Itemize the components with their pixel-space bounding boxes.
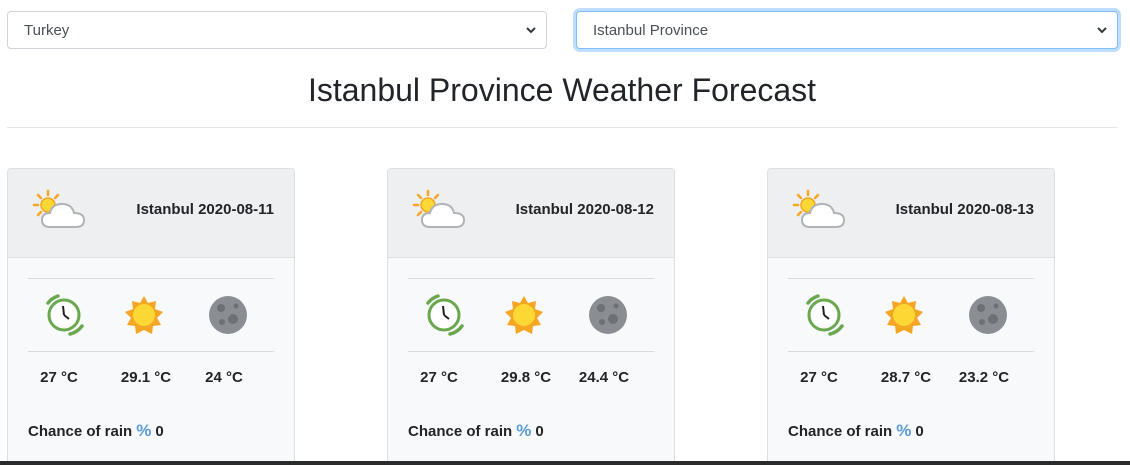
rule bbox=[408, 278, 654, 279]
province-select[interactable]: Istanbul Province bbox=[576, 11, 1118, 49]
moon-icon bbox=[969, 296, 1007, 334]
rain-label: Chance of rain bbox=[788, 422, 893, 440]
moon-icon bbox=[209, 296, 247, 334]
partly-cloudy-icon bbox=[792, 189, 846, 228]
rain-value: 0 bbox=[915, 422, 924, 440]
rule bbox=[28, 278, 274, 279]
partly-cloudy-icon bbox=[412, 189, 466, 228]
chance-of-rain: Chance of rain % 0 bbox=[788, 421, 924, 441]
sun-icon bbox=[505, 296, 543, 334]
divider bbox=[7, 127, 1117, 128]
forecast-card: Istanbul 2020-08-13 27 °C 28.7 °C 23.2 °… bbox=[767, 168, 1055, 465]
rain-label: Chance of rain bbox=[28, 422, 133, 440]
chance-of-rain: Chance of rain % 0 bbox=[28, 421, 164, 441]
moon-icon bbox=[589, 296, 627, 334]
temp-night: 24.4 °C bbox=[578, 369, 630, 386]
sun-icon bbox=[885, 296, 923, 334]
clock-icon bbox=[806, 294, 844, 336]
temp-night: 24 °C bbox=[205, 369, 243, 386]
forecast-card: Istanbul 2020-08-12 27 °C 29.8 °C 24.4 °… bbox=[387, 168, 675, 465]
country-select[interactable]: Turkey bbox=[7, 11, 547, 49]
card-city-date: Istanbul 2020-08-11 bbox=[136, 201, 274, 218]
card-header: Istanbul 2020-08-11 bbox=[8, 169, 294, 258]
partly-cloudy-icon bbox=[32, 189, 86, 228]
sun-icon bbox=[125, 296, 163, 334]
rain-label: Chance of rain bbox=[408, 422, 513, 440]
temp-day: 28.7 °C bbox=[880, 369, 932, 386]
temp-now: 27 °C bbox=[800, 369, 838, 386]
card-city-date: Istanbul 2020-08-13 bbox=[895, 201, 1034, 218]
percent-icon: % bbox=[896, 421, 912, 440]
chevron-down-icon bbox=[526, 27, 536, 34]
card-city-date: Istanbul 2020-08-12 bbox=[515, 201, 654, 218]
chevron-down-icon bbox=[1097, 27, 1107, 34]
page-title: Istanbul Province Weather Forecast bbox=[307, 72, 817, 108]
card-header: Istanbul 2020-08-13 bbox=[768, 169, 1054, 258]
temp-day: 29.8 °C bbox=[500, 369, 552, 386]
rule bbox=[408, 351, 654, 352]
rain-value: 0 bbox=[535, 422, 544, 440]
province-select-value: Istanbul Province bbox=[593, 21, 709, 39]
percent-icon: % bbox=[516, 421, 532, 440]
temp-day: 29.1 °C bbox=[120, 369, 172, 386]
temp-now: 27 °C bbox=[420, 369, 458, 386]
temp-now: 27 °C bbox=[40, 369, 78, 386]
forecast-card: Istanbul 2020-08-11 27 °C 29.1 °C 24 °C … bbox=[7, 168, 295, 465]
clock-icon bbox=[46, 294, 84, 336]
percent-icon: % bbox=[136, 421, 152, 440]
rule bbox=[788, 278, 1034, 279]
country-select-value: Turkey bbox=[24, 21, 70, 39]
rule bbox=[28, 351, 274, 352]
card-header: Istanbul 2020-08-12 bbox=[388, 169, 674, 258]
clock-icon bbox=[426, 294, 464, 336]
chance-of-rain: Chance of rain % 0 bbox=[408, 421, 544, 441]
rain-value: 0 bbox=[155, 422, 164, 440]
rule bbox=[788, 351, 1034, 352]
temp-night: 23.2 °C bbox=[958, 369, 1010, 386]
window-bottom-edge bbox=[0, 461, 1130, 465]
